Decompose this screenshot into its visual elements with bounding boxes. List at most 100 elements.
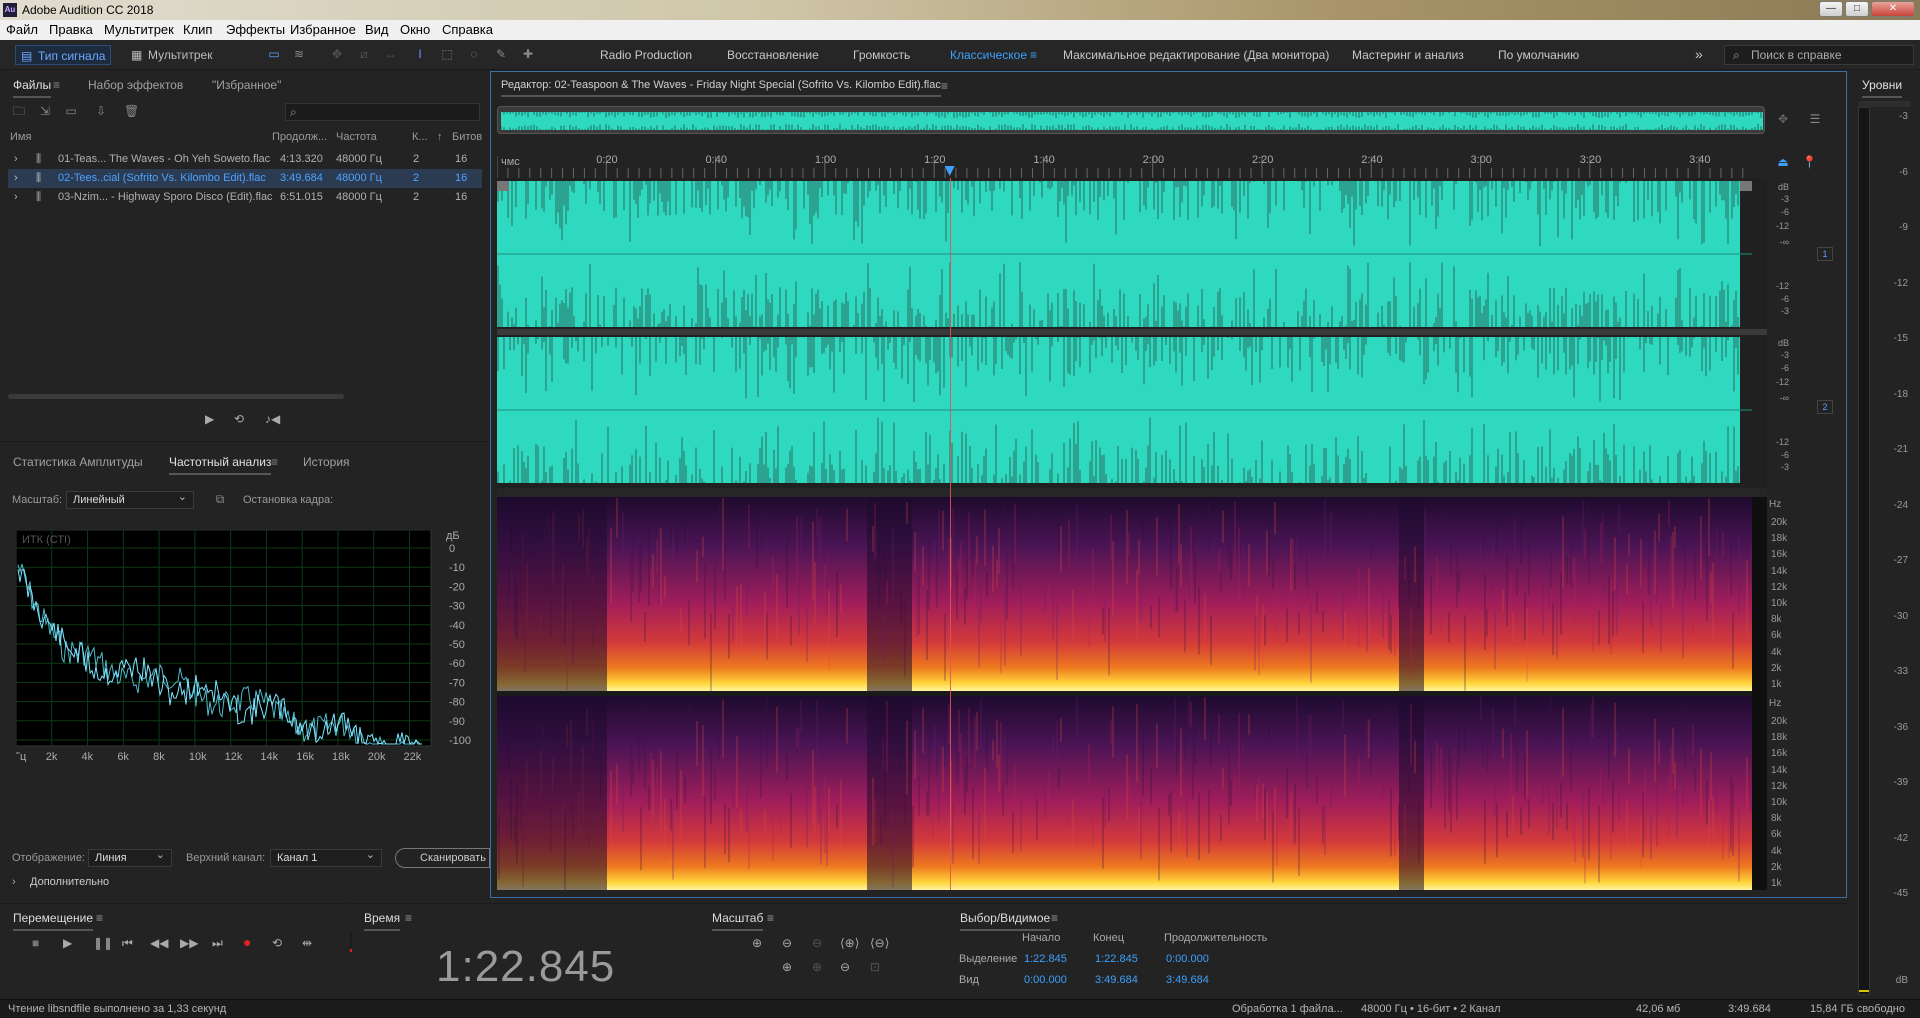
zoom-in-time-icon[interactable]: ⟨⊕⟩ [840, 936, 859, 950]
column-rate[interactable]: Частота [336, 131, 377, 143]
workspace-mastering[interactable]: Мастеринг и анализ [1352, 48, 1464, 62]
view-duration-field[interactable]: 3:49.684 [1166, 974, 1209, 986]
menu-file[interactable]: Файл [6, 22, 38, 37]
minimize-button[interactable]: — [1819, 1, 1843, 17]
workspace-radio-production[interactable]: Radio Production [600, 48, 692, 62]
files-panel-menu-icon[interactable]: ≡ [53, 78, 60, 92]
playhead-marker-icon[interactable] [944, 166, 955, 176]
menu-multitrack[interactable]: Мультитрек [104, 22, 174, 37]
skip-selection-button[interactable]: ⇹ [302, 936, 312, 950]
files-search-input[interactable]: ⌕ [285, 103, 480, 121]
rewind-button[interactable]: ◀◀ [150, 936, 168, 950]
spectral-display[interactable] [497, 497, 1767, 890]
selection-duration-field[interactable]: 0:00.000 [1166, 953, 1209, 965]
move-tool-icon[interactable]: ✥ [330, 48, 344, 60]
column-name[interactable]: Имя [10, 131, 31, 143]
fade-out-handle-icon[interactable] [1740, 181, 1752, 191]
menu-clip[interactable]: Клип [183, 22, 212, 37]
delete-file-icon[interactable]: 🗑 [124, 105, 139, 117]
scale-select[interactable]: Линейный [66, 489, 194, 509]
insert-multitrack-icon[interactable]: ⇩ [94, 105, 108, 117]
workspace-max-edit[interactable]: Максимальное редактирование (Два монитор… [1063, 48, 1329, 62]
zoom-out-full-icon[interactable]: ⊖ [812, 936, 822, 950]
spot-healing-tool-icon[interactable]: ✚ [521, 48, 535, 60]
loop-button[interactable]: ⟲ [272, 936, 282, 950]
snap-icon[interactable]: ⏏ [1776, 156, 1790, 168]
play-preview-icon[interactable]: ▶ [205, 412, 214, 426]
loop-preview-icon[interactable]: ⟲ [234, 412, 244, 426]
time-display[interactable]: 1:22.845 [436, 942, 615, 992]
channel-1-toggle[interactable]: 1 [1817, 247, 1833, 261]
expand-icon[interactable]: › [14, 169, 18, 188]
marquee-tool-icon[interactable]: ⬚ [440, 48, 454, 60]
fade-in-handle-icon[interactable] [497, 181, 509, 191]
help-search-input[interactable]: ⌕ Поиск в справке [1724, 45, 1914, 65]
import-file-icon[interactable]: ⇲ [38, 105, 52, 117]
workspace-menu-icon[interactable]: ≡ [1030, 48, 1037, 62]
sort-arrow-icon[interactable]: ↑ [437, 131, 443, 143]
column-bits[interactable]: Битов [452, 131, 482, 143]
time-ruler[interactable]: чмс 0:20 0:40 1:00 1:20 1:40 2:00 2:20 2:40 3:00… [497, 150, 1772, 178]
zoom-in-amplitude-icon[interactable]: ⊕ [752, 936, 762, 950]
move-to-start-button[interactable]: ⏮ [122, 936, 133, 951]
menu-help[interactable]: Справка [442, 22, 493, 37]
scan-button[interactable]: Сканировать [395, 848, 490, 868]
channel-select[interactable]: Канал 1 [270, 847, 382, 867]
zoom-to-selection-icon[interactable]: ⊡ [870, 960, 880, 974]
view-end-field[interactable]: 3:49.684 [1095, 974, 1138, 986]
zoom-out-time-icon[interactable]: ⟨⊖⟩ [870, 936, 889, 950]
advanced-label[interactable]: Дополнительно [30, 876, 109, 888]
marker-pin-icon[interactable]: 📍 [1802, 156, 1817, 168]
tab-effects-rack[interactable]: Набор эффектов [88, 78, 183, 92]
column-duration[interactable]: Продолж... [272, 131, 327, 143]
selection-end-field[interactable]: 1:22.845 [1095, 953, 1138, 965]
analysis-panel-menu-icon[interactable]: ≡ [271, 455, 278, 469]
column-channels[interactable]: К... [412, 131, 428, 143]
brush-tool-icon[interactable]: ✎ [494, 48, 508, 60]
view-start-field[interactable]: 0:00.000 [1024, 974, 1067, 986]
zoom-menu-icon[interactable]: ≡ [767, 911, 774, 925]
tab-files[interactable]: Файлы [13, 78, 52, 98]
move-to-end-button[interactable]: ⏭ [212, 936, 223, 951]
waveform-display[interactable] [497, 178, 1767, 488]
selection-menu-icon[interactable]: ≡ [1051, 911, 1058, 925]
razor-tool-icon[interactable]: ⧄ [357, 48, 371, 60]
show-waveform-icon[interactable]: ▭ [267, 48, 281, 60]
zoom-selection-icon[interactable]: ⊕ [782, 960, 792, 974]
multitrack-mode-button[interactable]: ▦ Мультитрек [126, 45, 216, 65]
table-row[interactable]: › ⫼ 02-Tees..cial (Sofrito Vs. Kilombo E… [8, 169, 482, 188]
expand-icon[interactable]: › [14, 188, 18, 207]
horizontal-scrollbar[interactable] [8, 394, 344, 399]
stop-button[interactable]: ■ [32, 936, 39, 950]
display-select[interactable]: Линия [88, 847, 172, 867]
table-row[interactable]: › ⫼ 01-Teas... The Waves - Oh Yeh Soweto… [8, 150, 482, 169]
maximize-button[interactable]: □ [1845, 1, 1869, 17]
workspace-loudness[interactable]: Громкость [853, 48, 910, 62]
expand-icon[interactable]: › [14, 150, 18, 169]
zoom-in-point-icon[interactable]: ⊕ [812, 960, 822, 974]
new-file-icon[interactable]: ▭ [64, 105, 78, 117]
advanced-toggle-icon[interactable]: ⧉ [213, 493, 227, 505]
play-button[interactable]: ▶ [63, 936, 72, 950]
table-row[interactable]: › ⫼ 03-Nzim... - Highway Sporo Disco (Ed… [8, 188, 482, 207]
fast-forward-button[interactable]: ▶▶ [180, 936, 198, 950]
menu-favorites[interactable]: Избранное [290, 22, 356, 37]
workspace-classic[interactable]: Классическое [950, 48, 1027, 62]
workspace-default[interactable]: По умолчанию [1498, 48, 1579, 62]
workspace-restoration[interactable]: Восстановление [727, 48, 819, 62]
record-button[interactable]: ● [243, 934, 251, 950]
time-menu-icon[interactable]: ≡ [405, 911, 412, 925]
zoom-out-point-icon[interactable]: ⊖ [840, 960, 850, 974]
lasso-tool-icon[interactable]: ◌ [467, 48, 481, 60]
menu-window[interactable]: Окно [400, 22, 430, 37]
pause-button[interactable]: ❚❚ [93, 936, 113, 950]
tab-amplitude-stats[interactable]: Статистика Амплитуды [13, 455, 143, 469]
tab-history[interactable]: История [303, 455, 350, 469]
open-file-icon[interactable]: 🗀 [12, 105, 26, 117]
workspace-overflow-icon[interactable]: » [1695, 46, 1703, 62]
tab-favorites[interactable]: "Избранное" [212, 78, 281, 92]
menu-effects[interactable]: Эффекты [226, 22, 285, 37]
menu-view[interactable]: Вид [365, 22, 389, 37]
zoom-reset-icon[interactable]: ✥ [1776, 113, 1790, 125]
selection-start-field[interactable]: 1:22.845 [1024, 953, 1067, 965]
